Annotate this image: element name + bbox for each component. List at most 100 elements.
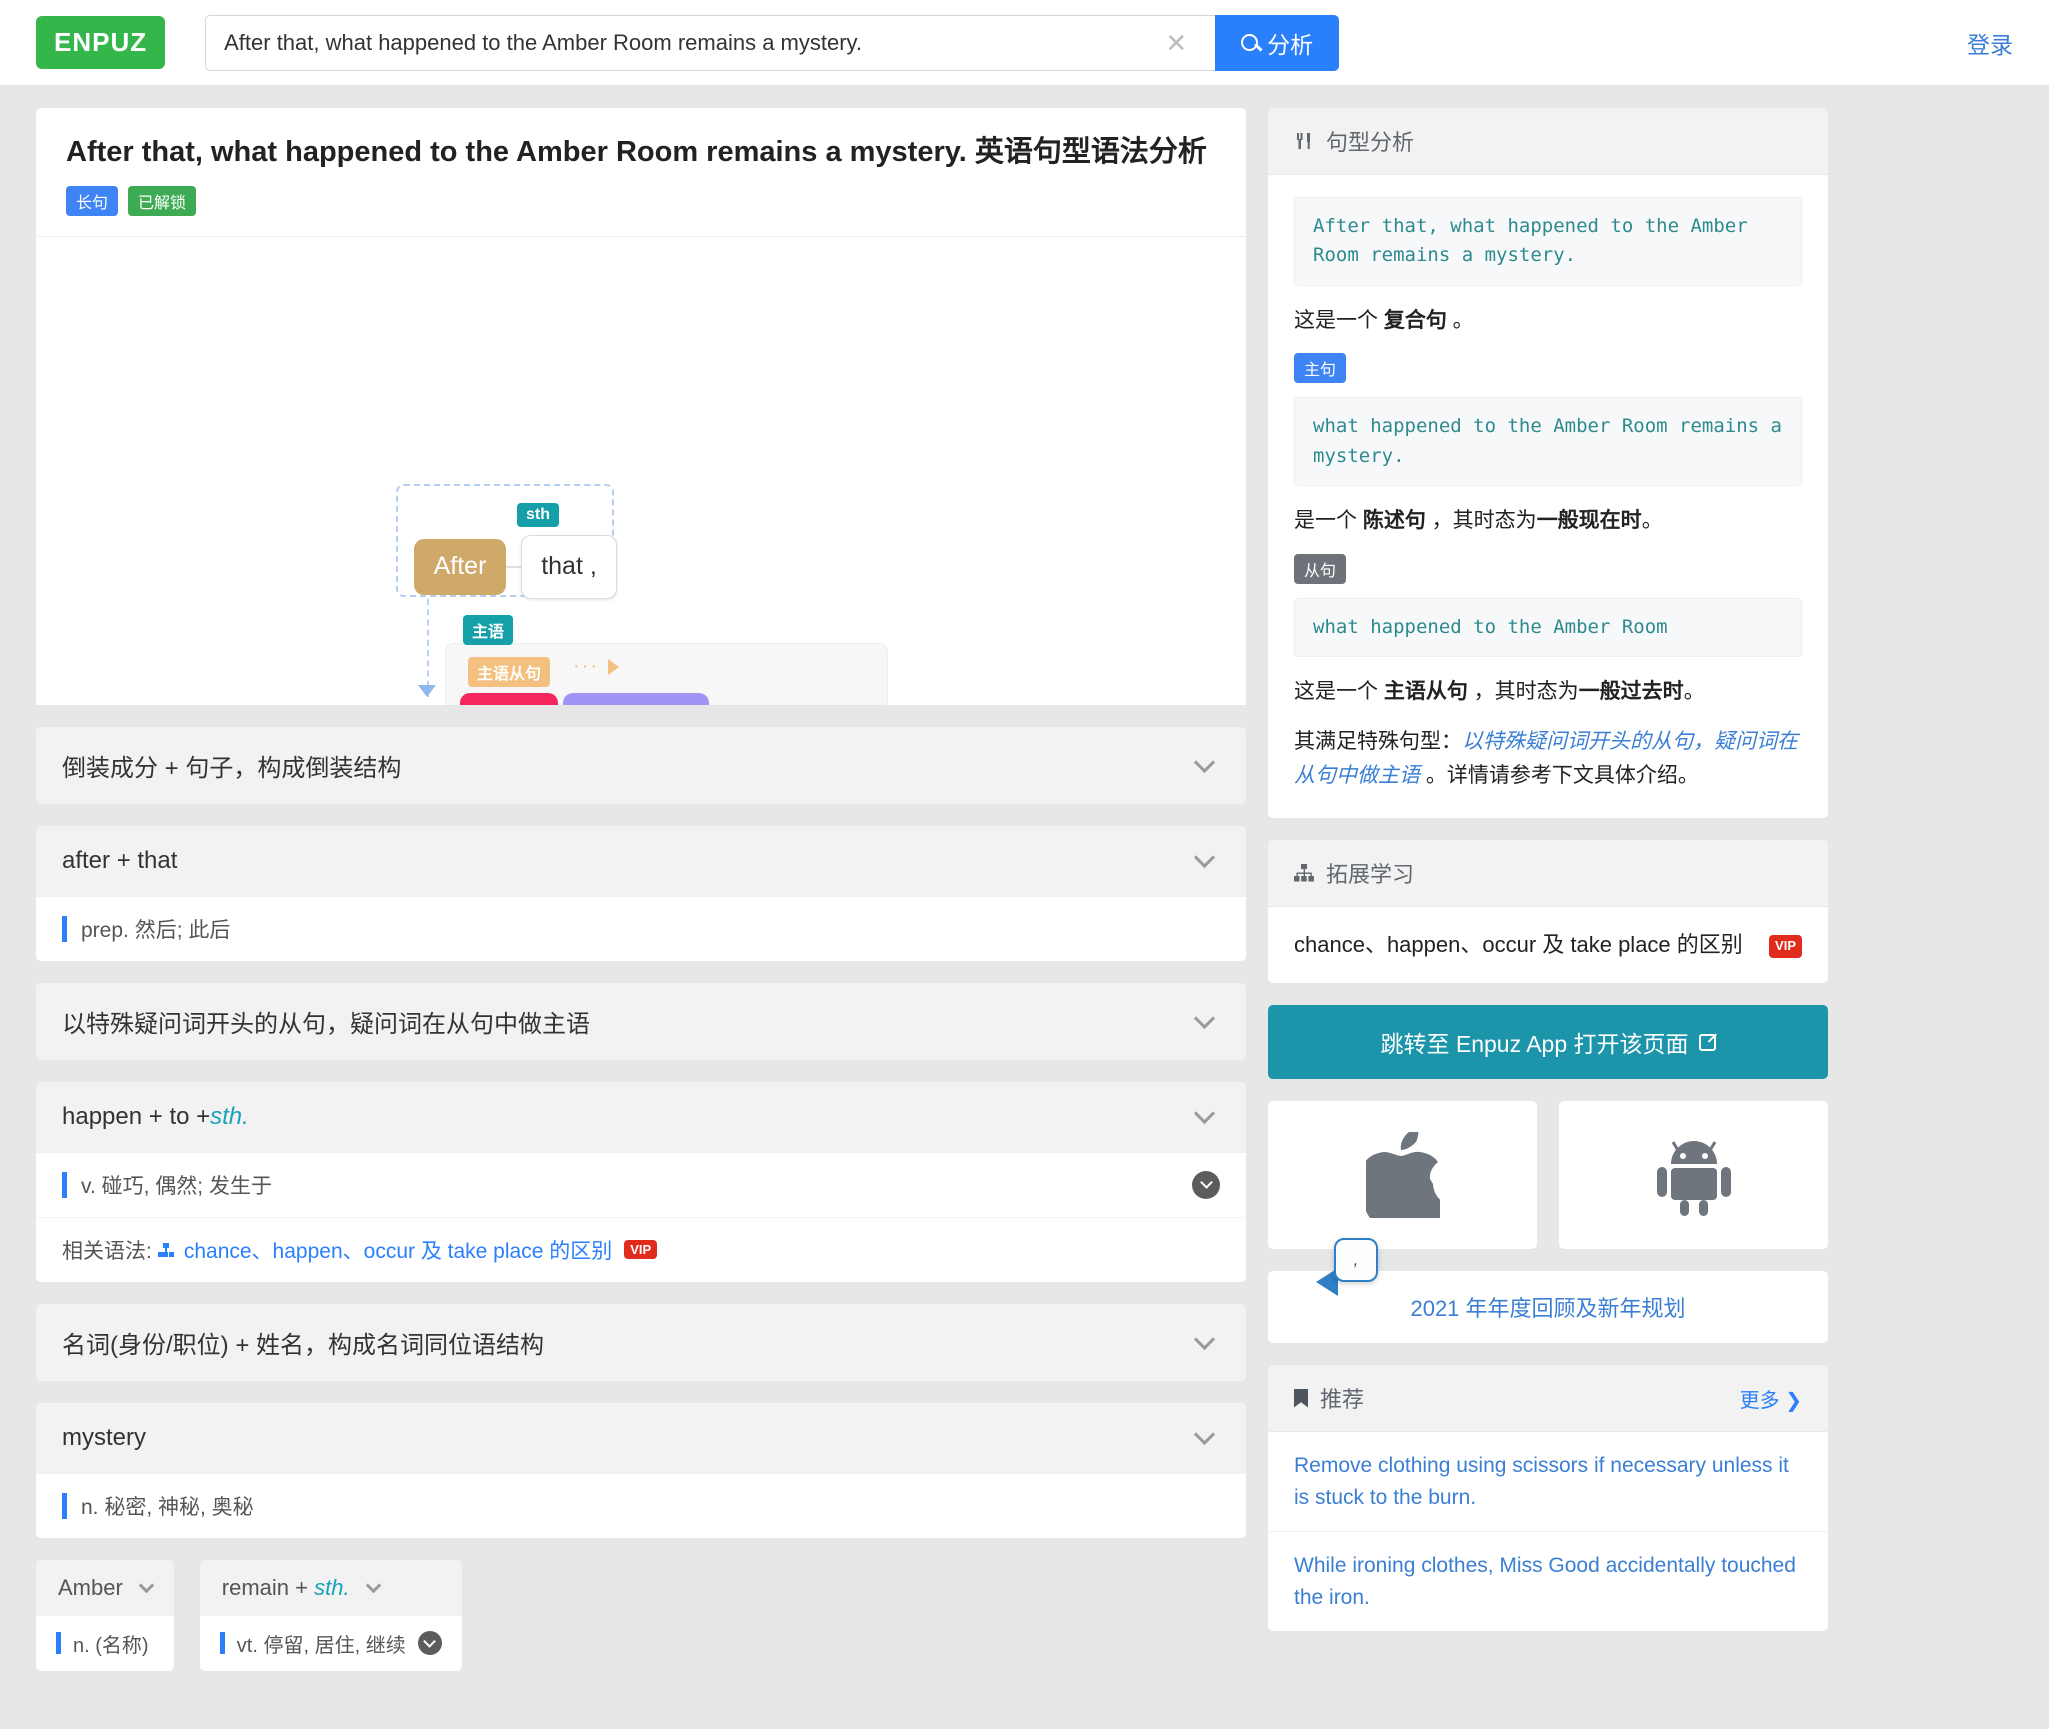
definition-text: v. 碰巧, 偶然; 发生于 bbox=[81, 1174, 272, 1198]
analysis-card-header: After that, what happened to the Amber R… bbox=[36, 108, 1246, 237]
sentence-type-text: 这是一个 复合句 。 bbox=[1294, 304, 1802, 338]
mini-card-remain-header[interactable]: remain + sth. bbox=[199, 1559, 462, 1616]
mini-card-remain-body: vt. 停留, 居住, 继续 bbox=[200, 1616, 462, 1671]
recommend-item[interactable]: Remove clothing using scissors if necess… bbox=[1268, 1432, 1828, 1533]
node-after[interactable]: After bbox=[414, 538, 506, 595]
main-column: After that, what happened to the Amber R… bbox=[36, 108, 1246, 1729]
mini-card-remain-title-pre: remain + bbox=[221, 1574, 315, 1600]
arrow-down-icon bbox=[418, 684, 436, 697]
sentence-type-bold: 复合句 bbox=[1383, 308, 1447, 332]
sub-clause-desc: 这是一个 主语从句 ，其时态为一般过去时。 bbox=[1294, 675, 1802, 709]
extend-learning-item[interactable]: chance、happen、occur 及 take place 的区别 VIP bbox=[1268, 907, 1828, 983]
new-year-banner[interactable]: , 2021 年年度回顾及新年规划 bbox=[1268, 1238, 1828, 1344]
expand-definition-button[interactable] bbox=[417, 1631, 442, 1656]
bookmark-icon bbox=[1294, 1388, 1308, 1408]
node-that[interactable]: that , bbox=[521, 534, 617, 599]
recommend-title: 推荐 bbox=[1320, 1387, 1365, 1413]
android-download-card[interactable] bbox=[1559, 1101, 1828, 1250]
sitemap-icon bbox=[157, 1242, 174, 1257]
sidebar-column: 句型分析 After that, what happened to the Am… bbox=[1268, 108, 1828, 1729]
related-grammar-row: 相关语法: chance、happen、occur 及 take place 的… bbox=[36, 1216, 1246, 1282]
extend-learning-title: 拓展学习 bbox=[1326, 862, 1415, 888]
login-link[interactable]: 登录 bbox=[1967, 26, 2013, 60]
node-what[interactable]: what bbox=[460, 692, 558, 705]
mini-card-remain: remain + sth. vt. 停留, 居住, 继续 bbox=[199, 1559, 462, 1671]
mini-card-amber-header[interactable]: Amber bbox=[36, 1559, 174, 1616]
accent-bar bbox=[56, 1632, 61, 1655]
vip-badge: VIP bbox=[624, 1240, 658, 1260]
chevron-down-icon bbox=[1193, 751, 1216, 773]
page-body: After that, what happened to the Amber R… bbox=[0, 86, 2049, 1729]
cursor-popover: , bbox=[1334, 1238, 1378, 1283]
node-happened[interactable]: happened bbox=[563, 692, 709, 705]
accordion-appositive-header[interactable]: 名词(身份/职位) + 姓名，构成名词同位语结构 bbox=[36, 1303, 1246, 1381]
accordion-inversion: 倒装成分 + 句子，构成倒装结构 bbox=[36, 726, 1246, 804]
chevron-down-icon bbox=[138, 1577, 155, 1593]
expand-definition-button[interactable] bbox=[1192, 1170, 1220, 1199]
related-grammar-link[interactable]: chance、happen、occur 及 take place 的区别 bbox=[184, 1235, 612, 1265]
main-clause-desc-pre: 是一个 bbox=[1294, 509, 1363, 533]
recommend-more-link[interactable]: 更多 ❯ bbox=[1740, 1384, 1802, 1413]
search-bar: ✕ 分析 bbox=[205, 14, 1340, 71]
open-in-app-label: 跳转至 Enpuz App 打开该页面 bbox=[1380, 1031, 1689, 1058]
analyze-label: 分析 bbox=[1267, 31, 1314, 58]
sentence-analysis-panel: 句型分析 After that, what happened to the Am… bbox=[1268, 108, 1828, 819]
analyze-button[interactable]: 分析 bbox=[1215, 14, 1340, 71]
accordion-wh-clause-header[interactable]: 以特殊疑问词开头的从句，疑问词在从句中做主语 bbox=[36, 982, 1246, 1060]
badge-long-sentence: 长句 bbox=[66, 185, 119, 216]
main-clause-desc-bold2: 一般现在时 bbox=[1536, 509, 1642, 533]
sub-clause-desc-bold2: 一般过去时 bbox=[1578, 680, 1684, 704]
accordion-after-that-header[interactable]: after + that bbox=[36, 825, 1246, 896]
sub-clause-desc-mid: ，其时态为 bbox=[1467, 680, 1579, 704]
special-pattern-pre: 其满足特殊句型： bbox=[1294, 729, 1462, 753]
related-grammar-label: 相关语法: bbox=[62, 1239, 152, 1263]
recommend-item[interactable]: While ironing clothes, Miss Good acciden… bbox=[1268, 1532, 1828, 1631]
accordion-appositive: 名词(身份/职位) + 姓名，构成名词同位语结构 bbox=[36, 1303, 1246, 1381]
main-clause-desc-bold: 陈述句 bbox=[1362, 509, 1426, 533]
accent-bar bbox=[62, 915, 67, 942]
extend-learning-item-text: chance、happen、occur 及 take place 的区别 bbox=[1294, 932, 1743, 958]
sitemap-icon bbox=[1294, 864, 1314, 882]
ios-download-card[interactable] bbox=[1268, 1101, 1537, 1250]
badge-group: 长句 已解锁 bbox=[66, 185, 1216, 216]
main-clause-desc: 是一个 陈述句 ，其时态为一般现在时。 bbox=[1294, 504, 1802, 538]
open-in-app-button[interactable]: 跳转至 Enpuz App 打开该页面 bbox=[1268, 1005, 1828, 1080]
accordion-after-that: after + that prep. 然后; 此后 bbox=[36, 825, 1246, 961]
external-link-icon bbox=[1698, 1033, 1716, 1051]
label-main-clause: 主句 bbox=[1294, 353, 1347, 384]
accordion-mystery: mystery n. 秘密, 神秘, 奥秘 bbox=[36, 1402, 1246, 1538]
connector-dashed-down bbox=[427, 598, 429, 697]
accordion-happen-to-title: happen + to + sth. bbox=[62, 1103, 249, 1131]
search-box: ✕ bbox=[205, 14, 1216, 71]
main-clause-desc-post: 。 bbox=[1641, 509, 1663, 533]
chevron-down-icon bbox=[1193, 1007, 1216, 1029]
accordion-happen-to-title-pre: happen + to + bbox=[62, 1102, 211, 1130]
label-sub-clause: 从句 bbox=[1294, 553, 1347, 584]
sentence-type-pre: 这是一个 bbox=[1294, 308, 1384, 332]
dotted-arrow-head bbox=[608, 658, 619, 675]
accordion-inversion-header[interactable]: 倒装成分 + 句子，构成倒装结构 bbox=[36, 726, 1246, 804]
search-input[interactable] bbox=[224, 29, 1156, 56]
definition-text: prep. 然后; 此后 bbox=[81, 918, 231, 942]
mini-card-amber-title: Amber bbox=[58, 1574, 123, 1600]
mini-card-amber: Amber n. (名称) bbox=[36, 1559, 174, 1671]
enpuz-logo[interactable]: ENPUZ bbox=[36, 16, 166, 69]
accordion-mystery-title: mystery bbox=[62, 1423, 146, 1451]
mini-card-amber-body: n. (名称) bbox=[36, 1616, 174, 1671]
clear-icon[interactable]: ✕ bbox=[1155, 30, 1197, 56]
accordion-happen-to-body: v. 碰巧, 偶然; 发生于 bbox=[36, 1151, 1246, 1217]
extend-learning-panel: 拓展学习 chance、happen、occur 及 take place 的区… bbox=[1268, 840, 1828, 984]
sentence-analysis-header: 句型分析 bbox=[1268, 108, 1828, 175]
accordion-mystery-header[interactable]: mystery bbox=[36, 1402, 1246, 1473]
chevron-down-icon bbox=[1193, 847, 1216, 869]
special-pattern-post: 。详情请参考下文具体介绍。 bbox=[1420, 763, 1699, 787]
definition-text: vt. 停留, 居住, 继续 bbox=[236, 1634, 406, 1657]
chevron-down-icon bbox=[1193, 1424, 1216, 1446]
accordion-happen-to-header[interactable]: happen + to + sth. bbox=[36, 1081, 1246, 1152]
tag-sth-that: sth bbox=[517, 502, 559, 527]
tag-subject-clause: 主语从句 bbox=[468, 656, 551, 687]
accordion-after-that-body: prep. 然后; 此后 bbox=[36, 895, 1246, 961]
special-pattern-text: 其满足特殊句型：以特殊疑问词开头的从句，疑问词在从句中做主语 。详情请参考下文具… bbox=[1294, 725, 1802, 792]
analysis-card: After that, what happened to the Amber R… bbox=[36, 108, 1246, 705]
accordion-wh-clause: 以特殊疑问词开头的从句，疑问词在从句中做主语 bbox=[36, 982, 1246, 1060]
